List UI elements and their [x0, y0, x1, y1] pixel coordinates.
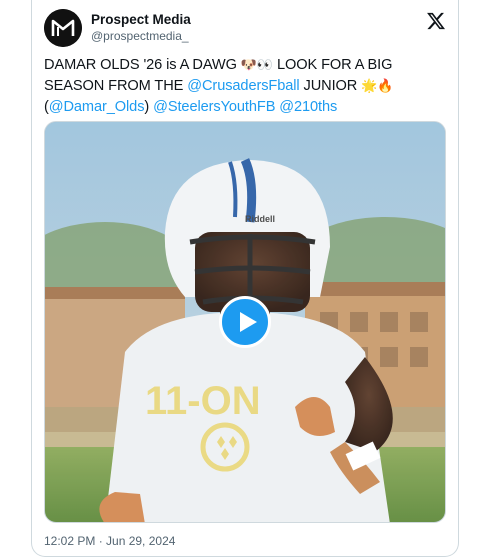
tweet-text-segment: )	[144, 99, 154, 115]
video-player[interactable]: 11-ON Riddell	[44, 121, 446, 523]
emoji: 🌟🔥	[361, 79, 394, 94]
mention-link[interactable]: @SteelersYouthFB	[153, 99, 275, 115]
tweet-text-segment: DAMAR OLDS '26 is A DAWG	[44, 57, 241, 73]
play-icon[interactable]	[219, 296, 271, 348]
display-name[interactable]: Prospect Media	[91, 12, 191, 28]
x-logo-icon[interactable]	[426, 11, 446, 31]
timestamp[interactable]: 12:02 PM · Jun 29, 2024	[44, 534, 175, 548]
author-names: Prospect Media @prospectmedia_	[91, 12, 191, 44]
tweet-card[interactable]: Prospect Media @prospectmedia_ DAMAR OLD…	[31, 0, 459, 557]
mention-link[interactable]: @210ths	[279, 99, 337, 115]
mention-link[interactable]: @CrusadersFball	[187, 78, 299, 94]
mention-link[interactable]: @Damar_Olds	[49, 99, 145, 115]
tweet-text: DAMAR OLDS '26 is A DAWG 🐶👀 LOOK FOR A B…	[44, 55, 448, 117]
emoji: 🐶👀	[240, 58, 273, 73]
handle[interactable]: @prospectmedia_	[91, 28, 191, 44]
tweet-header: Prospect Media @prospectmedia_	[44, 9, 446, 49]
tweet-text-segment: JUNIOR	[299, 78, 362, 94]
avatar[interactable]	[44, 9, 82, 47]
prospect-media-logo-icon	[44, 9, 82, 47]
